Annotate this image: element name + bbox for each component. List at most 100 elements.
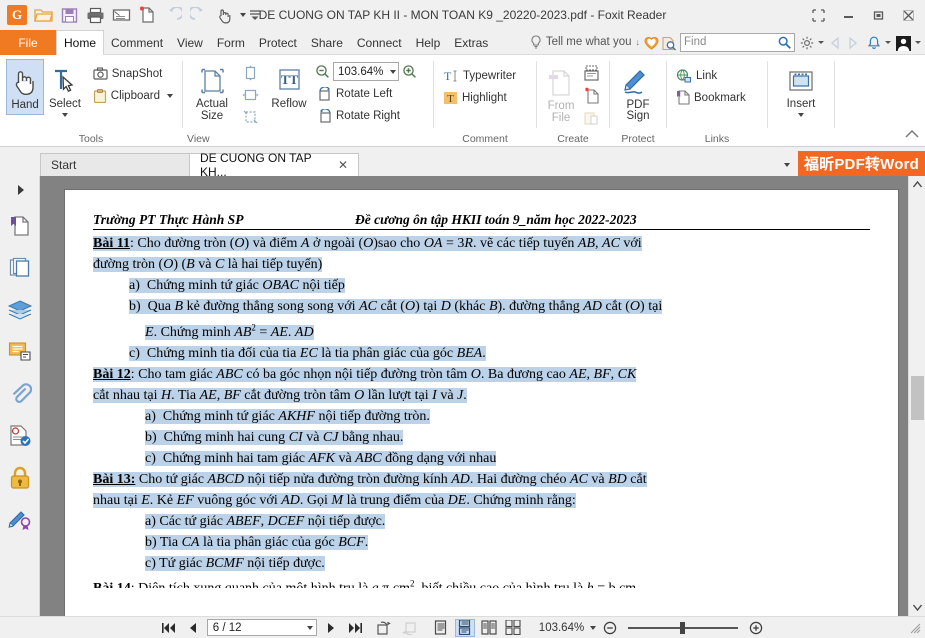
find-next-icon[interactable] — [847, 36, 862, 49]
create-blank-button[interactable] — [579, 85, 603, 106]
rotate-right-button[interactable]: Rotate Right — [315, 105, 417, 126]
insert-dropdown-icon[interactable] — [798, 113, 804, 117]
notifications-bell-icon[interactable] — [867, 36, 883, 49]
sidebar-item-attachments-panel[interactable] — [6, 380, 34, 408]
find-input[interactable]: Find — [680, 32, 795, 52]
reflow-button[interactable]: TT Reflow — [267, 59, 311, 113]
create-from-scanner-button[interactable] — [579, 63, 603, 84]
close-icon[interactable] — [893, 1, 923, 29]
promo-banner[interactable]: 福昕PDF转Word — [797, 151, 925, 176]
collapse-ribbon-icon[interactable] — [905, 126, 919, 144]
snapshot-button[interactable]: SnapShot — [90, 63, 176, 84]
fit-page-ribbon-button[interactable] — [237, 62, 263, 83]
restore-down-icon[interactable] — [803, 1, 833, 29]
tab-form[interactable]: Form — [210, 30, 252, 55]
tab-extras[interactable]: Extras — [447, 30, 495, 55]
sidebar-item-signature-panel[interactable] — [6, 506, 34, 534]
select-dropdown-icon[interactable] — [61, 113, 68, 117]
first-page-button[interactable] — [159, 619, 179, 637]
find-settings-dropdown-icon[interactable] — [818, 40, 824, 44]
undo-icon[interactable] — [160, 2, 186, 28]
find-previous-icon[interactable] — [830, 36, 845, 49]
pdf-sign-button[interactable]: PDF Sign — [616, 61, 660, 125]
tab-overflow-icon[interactable] — [776, 153, 798, 176]
status-zoom-in-button[interactable] — [746, 619, 766, 637]
select-tool-button[interactable]: Select — [46, 59, 84, 120]
status-zoom-dropdown-icon[interactable] — [590, 625, 597, 630]
tell-me-search[interactable]: Tell me what you ↓ — [530, 35, 640, 49]
insert-button[interactable]: Insert — [776, 63, 826, 120]
email-icon[interactable] — [108, 2, 134, 28]
zoom-slider[interactable] — [628, 621, 739, 635]
maximize-icon[interactable] — [863, 1, 893, 29]
hand-tool-quick-icon[interactable] — [212, 2, 238, 28]
sidebar-item-pages-panel[interactable] — [6, 254, 34, 282]
hand-tool-dropdown-icon[interactable] — [238, 2, 248, 28]
link-button[interactable]: Link — [673, 65, 749, 86]
tab-view[interactable]: View — [170, 30, 210, 55]
scroll-down-icon[interactable] — [909, 599, 925, 616]
document-viewport[interactable]: Trường PT Thực Hành SP Đề cương ôn tập H… — [40, 176, 908, 616]
doctab-close-icon[interactable]: ✕ — [338, 158, 348, 172]
avatar[interactable] — [896, 35, 913, 51]
tab-comment[interactable]: Comment — [104, 30, 170, 55]
minimize-icon[interactable] — [833, 1, 863, 29]
zoom-level-input[interactable]: 103.64% — [333, 62, 399, 81]
last-page-button[interactable] — [345, 619, 365, 637]
tab-share[interactable]: Share — [304, 30, 350, 55]
sidebar-item-layers-panel[interactable] — [6, 296, 34, 324]
scrollbar-thumb[interactable] — [911, 376, 924, 420]
create-pdf-icon[interactable] — [134, 2, 160, 28]
tab-home[interactable]: Home — [56, 30, 105, 55]
sidebar-item-bookmark-panel[interactable] — [6, 212, 34, 240]
vertical-scrollbar[interactable] — [908, 176, 925, 616]
tab-protect[interactable]: Protect — [252, 30, 304, 55]
view-mode-continuous-facing[interactable] — [503, 619, 523, 637]
customize-quick-access-icon[interactable] — [248, 2, 262, 28]
panel-expand-icon[interactable] — [6, 182, 34, 198]
fit-page-button[interactable] — [399, 619, 419, 637]
doctab-start[interactable]: Start — [40, 153, 190, 176]
foxit-logo-icon[interactable]: G — [4, 2, 30, 28]
resize-grip[interactable] — [909, 622, 921, 634]
previous-page-button[interactable] — [183, 619, 203, 637]
next-page-button[interactable] — [321, 619, 341, 637]
typewriter-button[interactable]: T Typewriter — [440, 65, 519, 86]
avatar-dropdown-icon[interactable] — [915, 40, 921, 44]
open-icon[interactable] — [30, 2, 56, 28]
zoom-out-icon[interactable] — [315, 64, 330, 79]
page-number-input[interactable]: 6 / 12 — [206, 619, 317, 636]
rotate-left-button[interactable]: Rotate Left — [315, 83, 417, 104]
search-document-icon[interactable] — [661, 36, 677, 51]
view-mode-single-page[interactable] — [431, 619, 451, 637]
bookmark-button[interactable]: Bookmark — [673, 87, 749, 108]
sidebar-item-comments-panel[interactable] — [6, 338, 34, 366]
doctab-de-cuong[interactable]: DE CUONG ON TAP KH... ✕ — [189, 151, 359, 179]
zoom-dropdown-icon[interactable] — [390, 69, 396, 74]
rotate-view-button[interactable] — [375, 619, 395, 637]
actual-size-button[interactable]: Actual Size — [189, 59, 235, 125]
heart-icon[interactable] — [644, 36, 659, 50]
tab-file[interactable]: File — [0, 30, 56, 55]
page-dropdown-icon[interactable] — [306, 625, 313, 630]
create-from-clipboard-button[interactable] — [579, 107, 603, 128]
notifications-dropdown-icon[interactable] — [885, 40, 891, 44]
redo-icon[interactable] — [186, 2, 212, 28]
print-icon[interactable] — [82, 2, 108, 28]
from-file-button[interactable]: From File — [543, 61, 579, 127]
status-zoom-out-button[interactable] — [600, 619, 620, 637]
sidebar-item-stamps-panel[interactable] — [6, 422, 34, 450]
sidebar-item-security-panel[interactable] — [6, 464, 34, 492]
fit-width-ribbon-button[interactable] — [237, 84, 263, 105]
clipboard-button[interactable]: Clipboard — [90, 85, 176, 106]
clipboard-dropdown-icon[interactable] — [167, 93, 173, 98]
tab-help[interactable]: Help — [409, 30, 448, 55]
zoom-in-icon[interactable] — [402, 64, 417, 79]
save-icon[interactable] — [56, 2, 82, 28]
highlight-button[interactable]: T Highlight — [440, 87, 519, 108]
fit-visible-ribbon-button[interactable] — [237, 106, 263, 127]
hand-tool-button[interactable]: Hand — [6, 59, 45, 115]
scroll-up-icon[interactable] — [909, 176, 925, 193]
view-mode-facing[interactable] — [479, 619, 499, 637]
tab-connect[interactable]: Connect — [350, 30, 409, 55]
